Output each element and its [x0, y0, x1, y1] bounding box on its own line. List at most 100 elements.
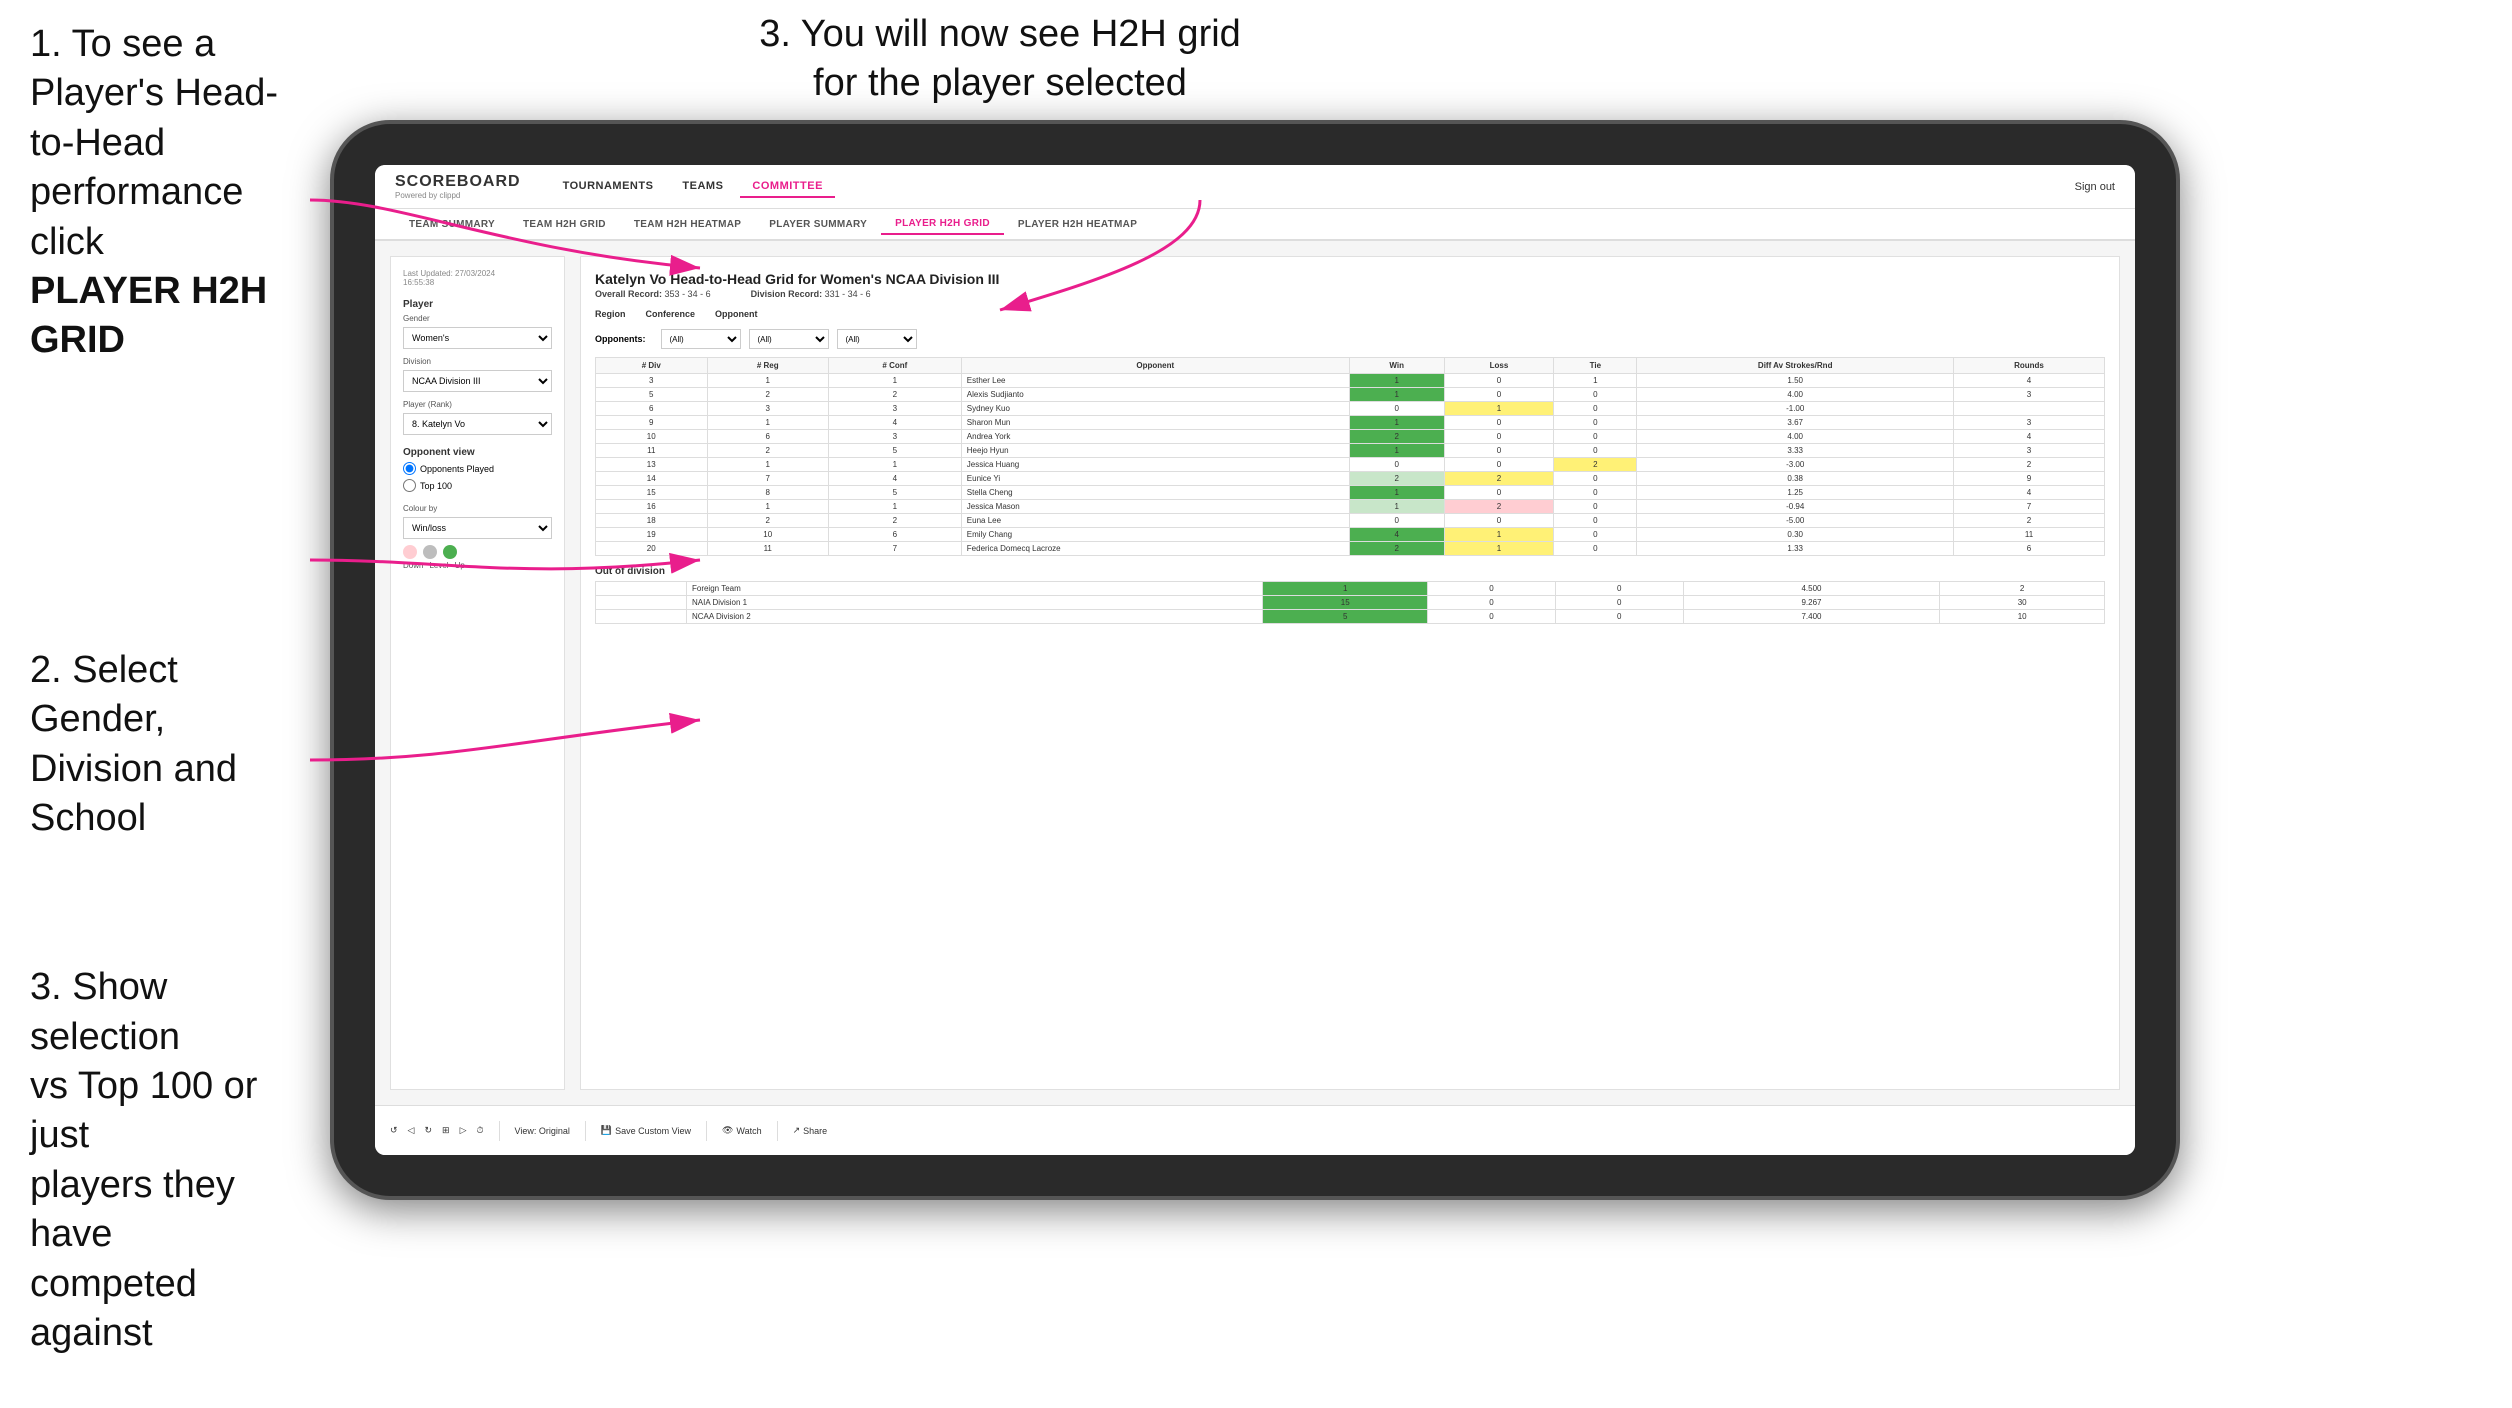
cell-diff: -0.94 [1637, 500, 1954, 514]
cell-diff: 1.50 [1637, 374, 1954, 388]
ood-win: 1 [1263, 582, 1428, 596]
watch-btn[interactable]: 👁 Watch [722, 1125, 762, 1136]
grid-subtitle: Overall Record: 353 - 34 - 6 Division Re… [595, 289, 2105, 299]
table-row: 9 1 4 Sharon Mun 1 0 0 3.67 3 [596, 416, 2105, 430]
col-loss: Loss [1444, 358, 1554, 374]
region-select[interactable]: (All) [661, 329, 741, 349]
cell-rounds: 11 [1954, 528, 2105, 542]
cell-rounds: 6 [1954, 542, 2105, 556]
conference-filter-group: Conference [646, 309, 696, 319]
cell-conf: 5 [828, 486, 961, 500]
colour-level [423, 545, 437, 559]
cell-loss: 1 [1444, 402, 1554, 416]
cell-rounds [1954, 402, 2105, 416]
ood-loss: 0 [1428, 596, 1556, 610]
cell-reg: 6 [707, 430, 828, 444]
gender-select[interactable]: Women's [403, 327, 552, 349]
instruction-left: 1. To see a Player's Head-to-Head perfor… [0, 0, 340, 1408]
ood-table-row: NCAA Division 2 5 0 0 7.400 10 [596, 610, 2105, 624]
back-btn[interactable]: ◁ [408, 1125, 415, 1136]
clock-btn[interactable]: ⏱ [476, 1125, 483, 1136]
region-filter-label: Region [595, 309, 626, 319]
cell-reg: 1 [707, 374, 828, 388]
cell-div: 10 [596, 430, 708, 444]
player-rank-select[interactable]: 8. Katelyn Vo [403, 413, 552, 435]
cell-rounds: 9 [1954, 472, 2105, 486]
cell-conf: 3 [828, 402, 961, 416]
ood-tie: 0 [1555, 596, 1683, 610]
cell-conf: 1 [828, 374, 961, 388]
col-rounds: Rounds [1954, 358, 2105, 374]
player-label: Player [403, 299, 552, 310]
division-record: Division Record: 331 - 34 - 6 [751, 289, 871, 299]
cell-opponent: Andrea York [961, 430, 1349, 444]
col-tie: Tie [1554, 358, 1637, 374]
ood-table-body: Foreign Team 1 0 0 4.500 2 NAIA Division… [596, 582, 2105, 624]
cell-diff: 0.30 [1637, 528, 1954, 542]
cell-opponent: Sydney Kuo [961, 402, 1349, 416]
table-row: 20 11 7 Federica Domecq Lacroze 2 1 0 1.… [596, 542, 2105, 556]
cell-reg: 7 [707, 472, 828, 486]
ood-opponent: Foreign Team [686, 582, 1262, 596]
cell-win: 1 [1349, 388, 1444, 402]
cell-win: 1 [1349, 374, 1444, 388]
redo-btn[interactable]: ↻ [424, 1125, 432, 1136]
cell-reg: 11 [707, 542, 828, 556]
col-win: Win [1349, 358, 1444, 374]
table-body: 3 1 1 Esther Lee 1 0 1 1.50 4 5 2 2 Alex… [596, 374, 2105, 556]
radio-top100[interactable]: Top 100 [403, 479, 552, 492]
ood-opponent: NCAA Division 2 [686, 610, 1262, 624]
step2-text: 2. Select Gender, Division and School [30, 646, 310, 844]
cell-tie: 1 [1554, 374, 1637, 388]
nav-tournaments[interactable]: TOURNAMENTS [551, 176, 666, 198]
cell-div: 15 [596, 486, 708, 500]
table-header-row: # Div # Reg # Conf Opponent Win Loss Tie… [596, 358, 2105, 374]
table-row: 15 8 5 Stella Cheng 1 0 0 1.25 4 [596, 486, 2105, 500]
cell-win: 0 [1349, 514, 1444, 528]
subnav-team-h2h-grid[interactable]: TEAM H2H GRID [509, 215, 620, 234]
left-panel: Last Updated: 27/03/2024 16:55:38 Player… [390, 256, 565, 1090]
cell-reg: 2 [707, 444, 828, 458]
cell-reg: 1 [707, 458, 828, 472]
cell-tie: 0 [1554, 402, 1637, 416]
subnav-player-summary[interactable]: PLAYER SUMMARY [755, 215, 881, 234]
save-custom-view-btn[interactable]: 💾 Save Custom View [601, 1125, 691, 1136]
view-original-btn[interactable]: View: Original [515, 1126, 570, 1136]
grid-btn[interactable]: ⊞ [442, 1125, 450, 1136]
cell-tie: 2 [1554, 458, 1637, 472]
radio-opponents-played[interactable]: Opponents Played [403, 462, 552, 475]
cell-diff: 4.00 [1637, 430, 1954, 444]
ood-diff: 9.267 [1683, 596, 1940, 610]
colour-up [443, 545, 457, 559]
table-row: 5 2 2 Alexis Sudjianto 1 0 0 4.00 3 [596, 388, 2105, 402]
cell-reg: 2 [707, 514, 828, 528]
colour-select[interactable]: Win/loss [403, 517, 552, 539]
filter-section: Region Conference Opponent [595, 309, 2105, 319]
division-select[interactable]: NCAA Division III [403, 370, 552, 392]
logo-text: SCOREBOARD [395, 173, 521, 191]
logo-sub: Powered by clippd [395, 191, 521, 200]
cell-conf: 3 [828, 430, 961, 444]
subnav-player-h2h-heatmap[interactable]: PLAYER H2H HEATMAP [1004, 215, 1151, 234]
logo-area: SCOREBOARD Powered by clippd [395, 173, 521, 200]
nav-committee[interactable]: COMMITTEE [740, 176, 835, 198]
opponent-select[interactable]: (All) [837, 329, 917, 349]
subnav-team-summary[interactable]: TEAM SUMMARY [395, 215, 509, 234]
subnav-team-h2h-heatmap[interactable]: TEAM H2H HEATMAP [620, 215, 755, 234]
cell-tie: 0 [1554, 430, 1637, 444]
ood-table-row: NAIA Division 1 15 0 0 9.267 30 [596, 596, 2105, 610]
main-content: Last Updated: 27/03/2024 16:55:38 Player… [375, 241, 2135, 1105]
forward-btn[interactable]: ▷ [460, 1125, 467, 1136]
undo-btn[interactable]: ↺ [390, 1125, 398, 1136]
sign-out[interactable]: Sign out [2075, 181, 2115, 193]
cell-opponent: Sharon Mun [961, 416, 1349, 430]
ood-tie: 0 [1555, 610, 1683, 624]
nav-teams[interactable]: TEAMS [670, 176, 735, 198]
cell-win: 1 [1349, 500, 1444, 514]
share-btn[interactable]: ↗ Share [793, 1125, 828, 1136]
cell-win: 1 [1349, 444, 1444, 458]
opponent-filter-label: Opponent [715, 309, 758, 319]
out-of-division-label: Out of division [595, 566, 2105, 577]
conference-select[interactable]: (All) [749, 329, 829, 349]
subnav-player-h2h-grid[interactable]: PLAYER H2H GRID [881, 214, 1004, 235]
